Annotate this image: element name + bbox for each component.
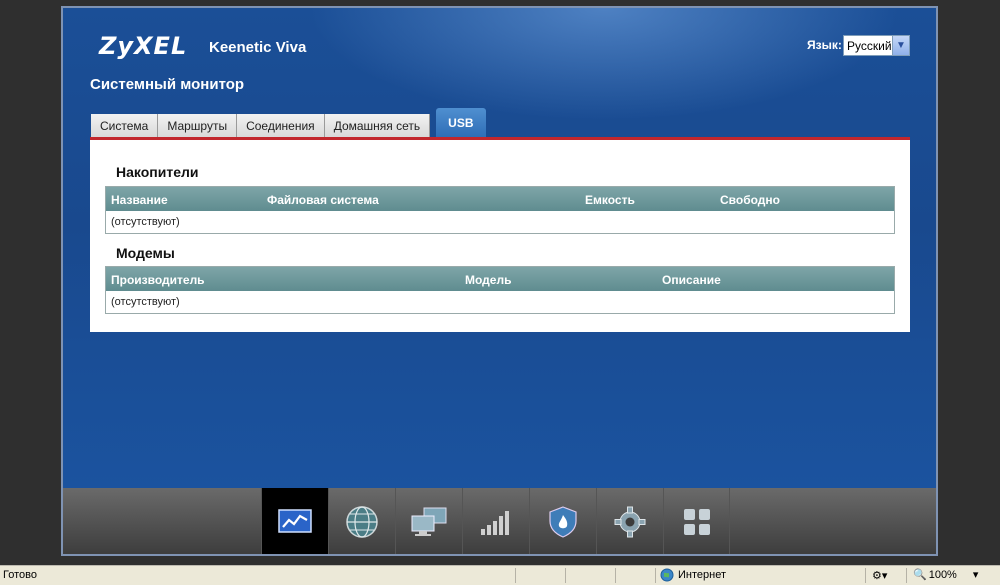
column-header-manufacturer: Производитель (111, 273, 205, 287)
router-web-interface: ZyXEL Keenetic Viva Язык: Русский ▼ Сист… (61, 6, 938, 556)
empty-text: (отсутствуют) (111, 296, 180, 308)
storage-table-header: Название Файловая система Емкость Свобод… (106, 187, 894, 211)
zoom-icon: 🔍 (913, 569, 927, 581)
column-header-name: Название (111, 193, 168, 207)
browser-status-bar: Готово Интернет ⚙▾ 🔍 100% ▾ (0, 565, 1000, 585)
dock-item-home-network[interactable] (395, 488, 462, 554)
column-header-description: Описание (662, 273, 721, 287)
tab-system[interactable]: Система (91, 114, 159, 138)
globe-icon (346, 506, 378, 538)
status-text: Готово (3, 569, 37, 581)
language-select[interactable]: Русский ▼ (843, 35, 910, 56)
status-divider (865, 568, 866, 583)
signal-bars-icon (481, 511, 509, 535)
dock-item-security[interactable] (529, 488, 596, 554)
status-divider (906, 568, 907, 583)
modems-table: Производитель Модель Описание (отсутству… (105, 266, 895, 314)
protected-mode-icon[interactable]: ⚙▾ (872, 569, 887, 582)
tab-bar: Система Маршруты Соединения Домашняя сет… (91, 108, 486, 138)
tab-usb[interactable]: USB (436, 108, 486, 138)
tab-home-network[interactable]: Домашняя сеть (324, 114, 431, 138)
table-row: (отсутствуют) (106, 211, 894, 233)
column-header-free: Свободно (720, 193, 780, 207)
zoom-control[interactable]: 🔍 100% ▾ (913, 568, 979, 582)
gear-icon (614, 506, 646, 538)
computers-icon (411, 507, 447, 536)
dock-item-monitor[interactable] (261, 488, 328, 554)
model-name: Keenetic Viva (209, 39, 307, 56)
chevron-down-icon[interactable]: ▼ (892, 36, 909, 55)
tab-connections[interactable]: Соединения (237, 114, 325, 138)
page-background: ZyXEL Keenetic Viva Язык: Русский ▼ Сист… (63, 8, 936, 488)
status-divider (655, 568, 656, 583)
page-title: Системный монитор (90, 76, 245, 93)
apps-grid-icon (683, 509, 710, 535)
zoom-level: 100% (928, 568, 957, 581)
tab-routes[interactable]: Маршруты (158, 114, 238, 138)
dock-item-apps[interactable] (663, 488, 730, 554)
modems-table-header: Производитель Модель Описание (106, 267, 894, 291)
dock-item-wifi[interactable] (462, 488, 529, 554)
status-divider (565, 568, 566, 583)
chevron-down-icon[interactable]: ▾ (973, 568, 979, 581)
bottom-dock (63, 488, 936, 554)
zone-label: Интернет (678, 569, 726, 581)
column-header-model: Модель (465, 273, 512, 287)
storage-section-title: Накопители (116, 164, 199, 180)
monitor-chart-icon (278, 509, 312, 533)
table-row: (отсутствуют) (106, 291, 894, 313)
security-zone: Интернет (660, 568, 726, 582)
globe-icon (660, 568, 674, 582)
language-label: Язык: (807, 38, 842, 52)
dock-item-internet[interactable] (328, 488, 395, 554)
zyxel-logo: ZyXEL (99, 32, 188, 60)
language-value: Русский (847, 39, 892, 53)
modems-section-title: Модемы (116, 245, 175, 261)
column-header-filesystem: Файловая система (267, 193, 379, 207)
status-divider (615, 568, 616, 583)
dock-item-settings[interactable] (596, 488, 663, 554)
column-header-capacity: Емкость (585, 193, 635, 207)
storage-table: Название Файловая система Емкость Свобод… (105, 186, 895, 234)
empty-text: (отсутствуют) (111, 216, 180, 228)
content-panel: Накопители Название Файловая система Емк… (90, 137, 910, 332)
shield-fire-icon (549, 506, 577, 538)
status-divider (515, 568, 516, 583)
